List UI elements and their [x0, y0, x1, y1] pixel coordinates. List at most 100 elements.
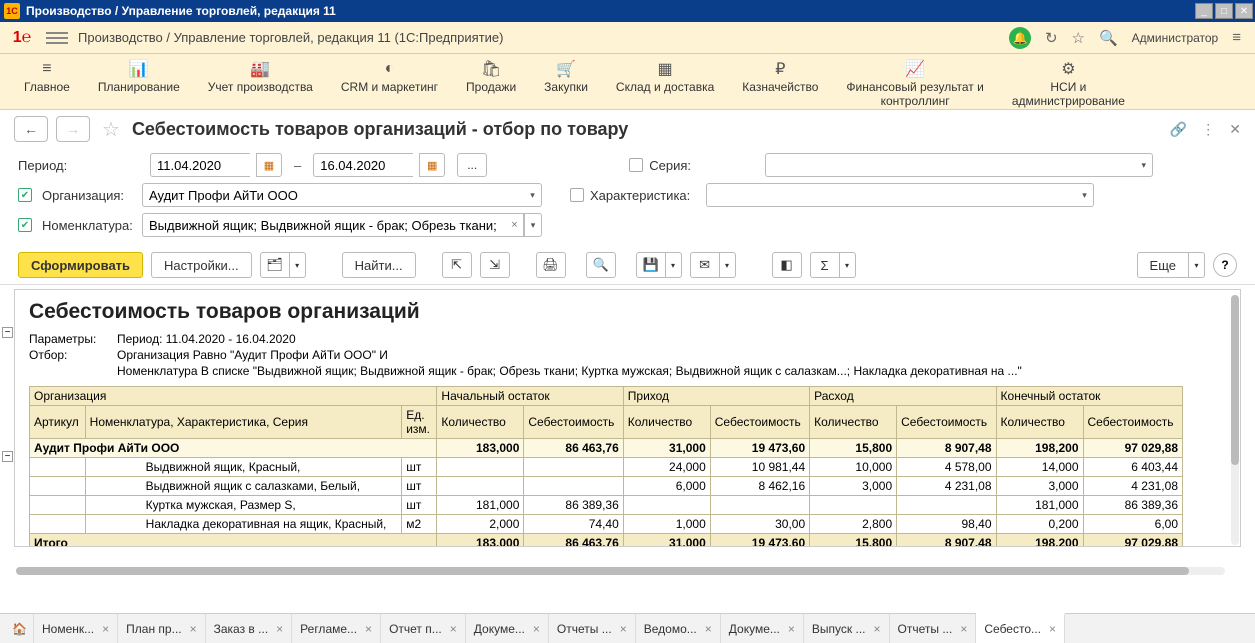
home-tab[interactable]: 🏠: [6, 614, 34, 643]
history-icon[interactable]: ↻: [1045, 29, 1058, 47]
char-dropdown-icon[interactable]: ▾: [1076, 183, 1094, 207]
tree-toggle-group[interactable]: −: [2, 451, 13, 462]
email-dropdown[interactable]: ▾: [720, 252, 736, 278]
scrollbar-vertical[interactable]: [1231, 295, 1239, 545]
tab-close-icon[interactable]: ×: [190, 622, 197, 636]
tab-item[interactable]: Отчеты ...×: [890, 614, 977, 643]
variants-button[interactable]: 🗂: [260, 252, 290, 278]
settings-bars-icon[interactable]: ≡: [1232, 29, 1241, 46]
nav-production[interactable]: 🏭Учет производства: [194, 60, 327, 94]
search-icon[interactable]: 🔍: [1099, 29, 1118, 47]
tab-close-icon[interactable]: ×: [102, 622, 109, 636]
report-content[interactable]: Себестоимость товаров организаций Параме…: [14, 289, 1241, 547]
nav-warehouse[interactable]: ▦Склад и доставка: [602, 60, 728, 94]
tab-item[interactable]: Себесто...×: [976, 613, 1065, 643]
table-row[interactable]: Куртка мужская, Размер S,шт181,00086 389…: [30, 496, 1183, 515]
tab-close-icon[interactable]: ×: [1049, 622, 1056, 636]
period-button[interactable]: ◧: [772, 252, 802, 278]
char-checkbox[interactable]: [570, 188, 584, 202]
tab-item[interactable]: Докуме...×: [466, 614, 549, 643]
tab-close-icon[interactable]: ×: [788, 622, 795, 636]
maximize-button[interactable]: □: [1215, 3, 1233, 19]
org-checkbox[interactable]: ✔: [18, 188, 32, 202]
menu-icon[interactable]: [46, 32, 68, 44]
nav-sales[interactable]: 🛍Продажи: [452, 60, 530, 94]
nav-purchases[interactable]: 🛒Закупки: [530, 60, 602, 94]
series-checkbox[interactable]: [629, 158, 643, 172]
nav-main[interactable]: ≡Главное: [10, 60, 84, 94]
preview-button[interactable]: 🔍: [586, 252, 616, 278]
series-input[interactable]: [765, 153, 1135, 177]
nom-checkbox[interactable]: ✔: [18, 218, 32, 232]
period-picker-button[interactable]: ...: [457, 153, 487, 177]
tab-item[interactable]: Докуме...×: [721, 614, 804, 643]
sum-button[interactable]: Σ: [810, 252, 840, 278]
link-icon[interactable]: 🔗: [1170, 121, 1187, 138]
nav-admin[interactable]: ⚙НСИ и администрирование: [998, 60, 1139, 109]
tab-item[interactable]: План пр...×: [118, 614, 205, 643]
nav-financial[interactable]: 📈Финансовый результат и контроллинг: [832, 60, 997, 109]
expand-button[interactable]: ⇱: [442, 252, 472, 278]
tab-close-icon[interactable]: ×: [365, 622, 372, 636]
org-input[interactable]: [142, 183, 524, 207]
email-button[interactable]: ✉: [690, 252, 720, 278]
tree-toggle-params[interactable]: −: [2, 327, 13, 338]
table-row[interactable]: Выдвижной ящик с салазками, Белый,шт6,00…: [30, 477, 1183, 496]
date-from-input[interactable]: [150, 153, 250, 177]
tab-close-icon[interactable]: ×: [620, 622, 627, 636]
date-from-calendar-icon[interactable]: ▦: [256, 153, 282, 177]
forward-button[interactable]: →: [56, 116, 90, 142]
tab-close-icon[interactable]: ×: [533, 622, 540, 636]
page-title: Себестоимость товаров организаций - отбо…: [132, 119, 628, 140]
more-button[interactable]: Еще: [1137, 252, 1189, 278]
sum-dropdown[interactable]: ▾: [840, 252, 856, 278]
tab-item[interactable]: Номенк...×: [34, 614, 118, 643]
series-dropdown-icon[interactable]: ▾: [1135, 153, 1153, 177]
print-button[interactable]: 🖨: [536, 252, 566, 278]
find-button[interactable]: Найти...: [342, 252, 416, 278]
char-input[interactable]: [706, 183, 1076, 207]
tab-item[interactable]: Заказ в ...×: [206, 614, 293, 643]
tab-close-icon[interactable]: ×: [450, 622, 457, 636]
back-button[interactable]: ←: [14, 116, 48, 142]
collapse-button[interactable]: ⇲: [480, 252, 510, 278]
date-to-calendar-icon[interactable]: ▦: [419, 153, 445, 177]
nom-dropdown-icon[interactable]: ▾: [524, 213, 542, 237]
minimize-button[interactable]: _: [1195, 3, 1213, 19]
star-icon[interactable]: ☆: [102, 117, 120, 142]
help-button[interactable]: ?: [1213, 253, 1237, 277]
generate-button[interactable]: Сформировать: [18, 252, 143, 278]
table-row[interactable]: Выдвижной ящик, Красный,шт24,00010 981,4…: [30, 458, 1183, 477]
nav-crm[interactable]: ◐CRM и маркетинг: [327, 60, 452, 94]
more-dropdown[interactable]: ▾: [1189, 252, 1205, 278]
tab-item[interactable]: Регламе...×: [292, 614, 381, 643]
nom-input[interactable]: [142, 213, 506, 237]
notifications-icon[interactable]: 🔔: [1009, 27, 1031, 49]
tab-item[interactable]: Ведомо...×: [636, 614, 721, 643]
close-window-button[interactable]: ✕: [1235, 3, 1253, 19]
tab-item[interactable]: Отчет п...×: [381, 614, 466, 643]
tab-close-icon[interactable]: ×: [705, 622, 712, 636]
variants-dropdown[interactable]: ▾: [290, 252, 306, 278]
tab-item[interactable]: Отчеты ...×: [549, 614, 636, 643]
close-page-icon[interactable]: ✕: [1229, 121, 1241, 138]
date-to-input[interactable]: [313, 153, 413, 177]
save-dropdown[interactable]: ▾: [666, 252, 682, 278]
table-row[interactable]: Накладка декоративная на ящик, Красный,м…: [30, 515, 1183, 534]
tab-item[interactable]: Выпуск ...×: [804, 614, 890, 643]
nav-planning[interactable]: 📊Планирование: [84, 60, 194, 94]
save-button[interactable]: 💾: [636, 252, 666, 278]
page-top: ← → ☆ Себестоимость товаров организаций …: [0, 110, 1255, 148]
table-group-row[interactable]: Аудит Профи АйТи ООО 183,00086 463,76 31…: [30, 439, 1183, 458]
more-icon[interactable]: ⋮: [1201, 121, 1215, 138]
org-dropdown-icon[interactable]: ▾: [524, 183, 542, 207]
nom-clear-icon[interactable]: ×: [506, 213, 524, 237]
tab-close-icon[interactable]: ×: [960, 622, 967, 636]
user-label[interactable]: Администратор: [1132, 31, 1219, 45]
favorite-icon[interactable]: ☆: [1072, 29, 1085, 47]
tab-close-icon[interactable]: ×: [874, 622, 881, 636]
scrollbar-horizontal[interactable]: [16, 567, 1225, 575]
settings-button[interactable]: Настройки...: [151, 252, 252, 278]
nav-treasury[interactable]: ₽Казначейство: [728, 60, 832, 94]
tab-close-icon[interactable]: ×: [276, 622, 283, 636]
